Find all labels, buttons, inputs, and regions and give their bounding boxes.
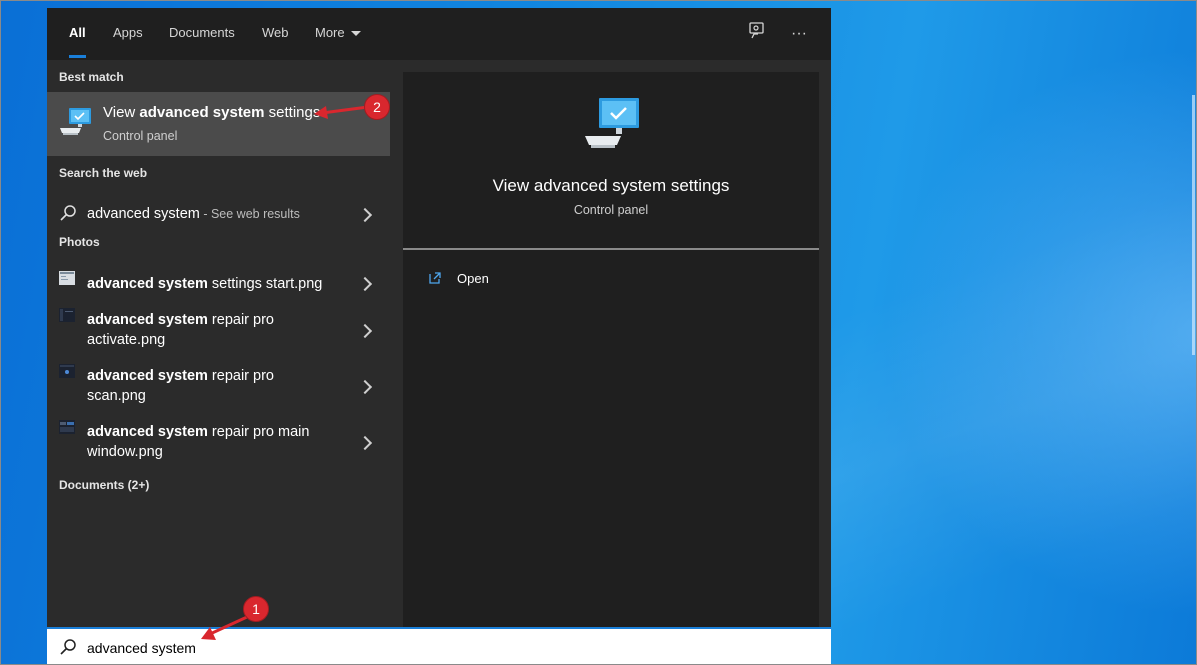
annotation-overlay — [201, 105, 369, 640]
annotation-badge-1: 1 — [243, 596, 269, 622]
annotation-badge-2: 2 — [364, 94, 390, 120]
annotation-arrow-1 — [209, 615, 248, 636]
annotation-arrowhead-2 — [314, 106, 328, 119]
annotation-arrow-2 — [321, 105, 369, 115]
